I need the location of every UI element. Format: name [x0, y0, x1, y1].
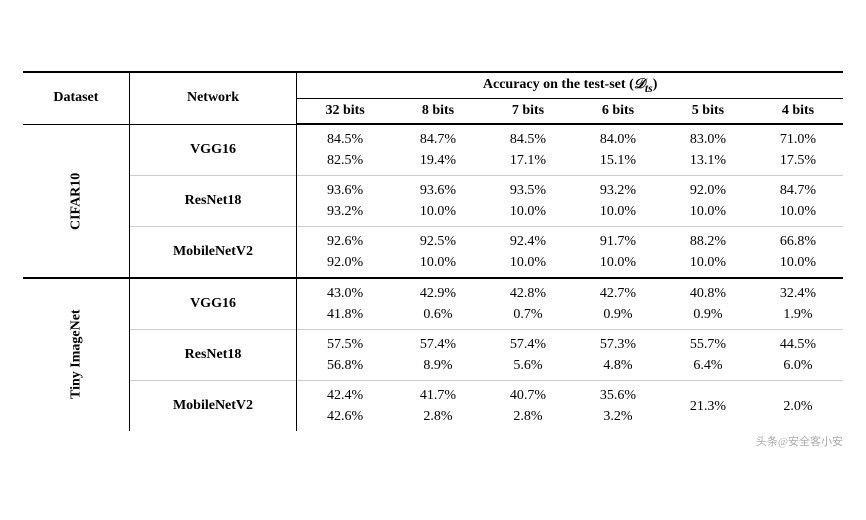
network-cell: VGG16 [129, 278, 296, 330]
dataset-header: Dataset [23, 72, 129, 125]
bits-32: 32 bits [297, 99, 393, 125]
bits-8: 8 bits [393, 99, 483, 125]
network-cell: MobileNetV2 [129, 227, 296, 279]
value-cell: 93.6%93.2% [297, 176, 393, 227]
dataset-cell: CIFAR10 [23, 124, 129, 278]
value-cell: 2.0% [753, 381, 843, 432]
table-body: CIFAR10VGG1684.5%82.5%84.7%19.4%84.5%17.… [23, 124, 843, 431]
bits-6: 6 bits [573, 99, 663, 125]
value-cell: 55.7%6.4% [663, 330, 753, 381]
table-wrapper: Dataset Network Accuracy on the test-set… [23, 71, 843, 450]
value-cell: 92.0%10.0% [663, 176, 753, 227]
value-cell: 44.5%6.0% [753, 330, 843, 381]
watermark: 头条@安全客小安 [23, 433, 843, 449]
value-cell: 57.4%5.6% [483, 330, 573, 381]
value-cell: 42.8%0.7% [483, 278, 573, 330]
value-cell: 88.2%10.0% [663, 227, 753, 279]
value-cell: 83.0%13.1% [663, 124, 753, 176]
network-header: Network [129, 72, 296, 125]
value-cell: 93.6%10.0% [393, 176, 483, 227]
data-row: MobileNetV292.6%92.0%92.5%10.0%92.4%10.0… [23, 227, 843, 279]
value-cell: 84.7%19.4% [393, 124, 483, 176]
data-row: CIFAR10VGG1684.5%82.5%84.7%19.4%84.5%17.… [23, 124, 843, 176]
value-cell: 84.5%17.1% [483, 124, 573, 176]
value-cell: 71.0%17.5% [753, 124, 843, 176]
bits-4: 4 bits [753, 99, 843, 125]
value-cell: 92.4%10.0% [483, 227, 573, 279]
value-cell: 84.5%82.5% [297, 124, 393, 176]
network-cell: MobileNetV2 [129, 381, 296, 432]
bits-5: 5 bits [663, 99, 753, 125]
value-cell: 57.5%56.8% [297, 330, 393, 381]
data-row: ResNet1893.6%93.2%93.6%10.0%93.5%10.0%93… [23, 176, 843, 227]
value-cell: 66.8%10.0% [753, 227, 843, 279]
header-row-1: Dataset Network Accuracy on the test-set… [23, 72, 843, 99]
value-cell: 35.6%3.2% [573, 381, 663, 432]
value-cell: 42.4%42.6% [297, 381, 393, 432]
value-cell: 92.5%10.0% [393, 227, 483, 279]
dataset-cell: Tiny ImageNet [23, 278, 129, 431]
value-cell: 42.7%0.9% [573, 278, 663, 330]
value-cell: 57.4%8.9% [393, 330, 483, 381]
value-cell: 40.7%2.8% [483, 381, 573, 432]
bits-7: 7 bits [483, 99, 573, 125]
value-cell: 42.9%0.6% [393, 278, 483, 330]
value-cell: 57.3%4.8% [573, 330, 663, 381]
data-row: Tiny ImageNetVGG1643.0%41.8%42.9%0.6%42.… [23, 278, 843, 330]
value-cell: 40.8%0.9% [663, 278, 753, 330]
value-cell: 91.7%10.0% [573, 227, 663, 279]
value-cell: 32.4%1.9% [753, 278, 843, 330]
data-row: ResNet1857.5%56.8%57.4%8.9%57.4%5.6%57.3… [23, 330, 843, 381]
value-cell: 43.0%41.8% [297, 278, 393, 330]
value-cell: 41.7%2.8% [393, 381, 483, 432]
value-cell: 21.3% [663, 381, 753, 432]
accuracy-sub: 𝒟ts [634, 77, 653, 92]
data-row: MobileNetV242.4%42.6%41.7%2.8%40.7%2.8%3… [23, 381, 843, 432]
accuracy-header: Accuracy on the test-set (𝒟ts) [297, 72, 843, 99]
value-cell: 84.7%10.0% [753, 176, 843, 227]
value-cell: 92.6%92.0% [297, 227, 393, 279]
accuracy-text: Accuracy on the test-set [483, 77, 626, 92]
network-cell: VGG16 [129, 124, 296, 176]
network-cell: ResNet18 [129, 176, 296, 227]
value-cell: 84.0%15.1% [573, 124, 663, 176]
network-cell: ResNet18 [129, 330, 296, 381]
value-cell: 93.2%10.0% [573, 176, 663, 227]
value-cell: 93.5%10.0% [483, 176, 573, 227]
accuracy-table: Dataset Network Accuracy on the test-set… [23, 71, 843, 432]
